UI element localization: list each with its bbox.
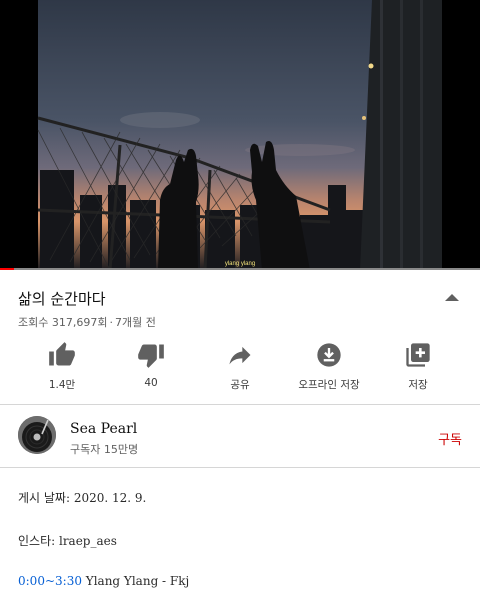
like-count: 1.4만 xyxy=(48,379,76,391)
action-bar: 1.4만 40 공유 오프라인 저장 저장 xyxy=(0,339,480,399)
chevron-up-icon[interactable] xyxy=(444,292,460,302)
video-progress-fill xyxy=(0,268,15,270)
save-label: 저장 xyxy=(408,379,428,391)
thumbs-down-icon xyxy=(138,344,164,368)
description-instagram: 인스타: lraep_aes xyxy=(18,534,117,548)
video-progress-bar[interactable] xyxy=(0,268,480,270)
download-button[interactable]: 오프라인 저장 xyxy=(281,339,377,395)
like-button[interactable]: 1.4만 xyxy=(14,339,110,395)
description-tracklist: 0:00~3:30 Ylang Ylang - Fkj xyxy=(18,574,462,588)
video-player[interactable]: ylang ylang xyxy=(0,0,480,270)
save-button[interactable]: 저장 xyxy=(370,339,466,395)
timestamp-link[interactable]: 3:30 xyxy=(55,574,82,588)
dislike-button[interactable]: 40 xyxy=(103,339,199,395)
video-frame: ylang ylang xyxy=(0,0,480,270)
subscriber-count: 구독자 15만명 xyxy=(70,443,139,456)
share-button[interactable]: 공유 xyxy=(192,339,288,395)
timestamp-link[interactable]: 0:00 xyxy=(18,574,45,588)
download-label: 오프라인 저장 xyxy=(298,379,360,391)
download-icon xyxy=(317,343,341,367)
subscribe-button[interactable]: 구독 xyxy=(438,429,462,448)
meta-separator: · xyxy=(109,316,113,329)
divider xyxy=(0,467,480,468)
playlist-add-icon xyxy=(406,343,430,367)
vinyl-record-icon xyxy=(18,416,56,454)
description-posted-date: 게시 날짜: 2020. 12. 9. xyxy=(18,491,147,505)
share-icon xyxy=(229,346,251,365)
timestamp-separator: ~ xyxy=(44,574,56,588)
thumbs-up-icon xyxy=(49,342,75,366)
dislike-count: 40 xyxy=(144,377,158,389)
track-title: Ylang Ylang - Fkj xyxy=(81,574,190,588)
channel-row[interactable]: Sea Pearl 구독자 15만명 구독 xyxy=(0,405,480,467)
video-title: 삶의 순간마다 xyxy=(18,290,106,308)
video-meta: 조회수 317,697회 · 7개월 전 xyxy=(18,314,156,330)
view-count: 조회수 317,697회 xyxy=(18,316,108,329)
share-label: 공유 xyxy=(230,379,250,391)
video-caption: ylang ylang xyxy=(225,261,255,267)
channel-name[interactable]: Sea Pearl xyxy=(70,421,137,437)
upload-age: 7개월 전 xyxy=(114,316,156,329)
avatar[interactable] xyxy=(18,416,56,454)
